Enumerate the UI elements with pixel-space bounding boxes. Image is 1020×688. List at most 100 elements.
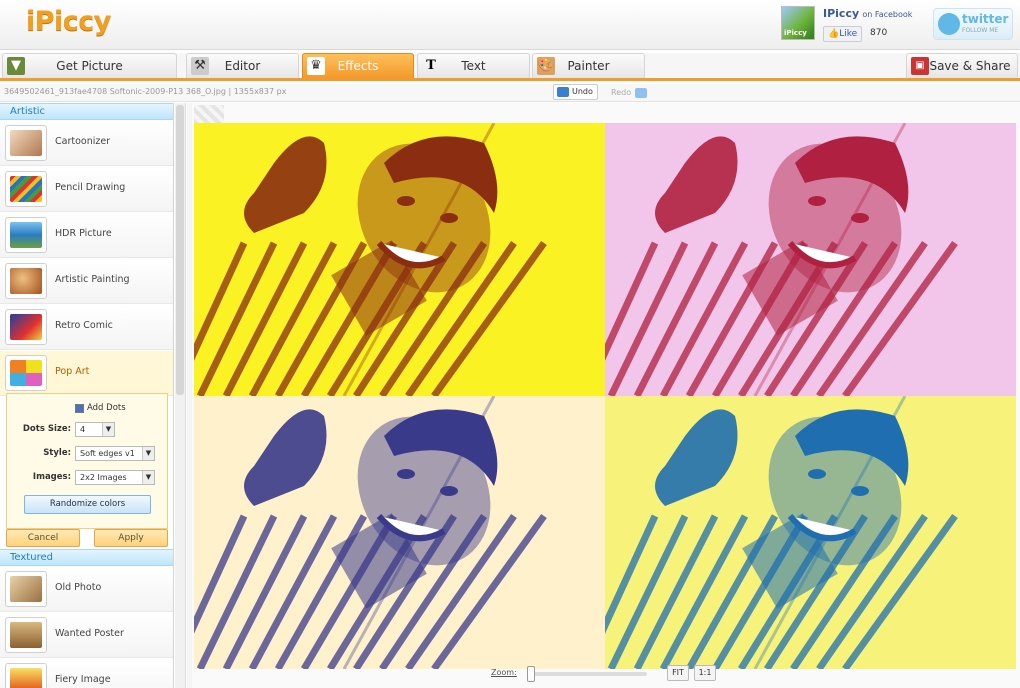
chevron-down-icon: ▼ <box>142 471 154 484</box>
app-window: iPiccy iPiccy IPiccy on Facebook 👍Like 8… <box>0 0 1020 688</box>
effect-label: Fiery Image <box>55 674 111 685</box>
effect-wanted-poster[interactable]: Wanted Poster <box>0 613 173 658</box>
tab-label: Effects <box>337 59 379 73</box>
image-canvas[interactable] <box>192 103 1020 688</box>
effect-retro-comic[interactable]: Retro Comic <box>0 305 173 350</box>
facebook-title: IPiccy on Facebook <box>823 7 912 20</box>
tab-get-picture[interactable]: ▼ Get Picture <box>2 53 177 78</box>
facebook-page-thumbnail[interactable]: iPiccy <box>781 6 815 40</box>
facebook-widget: iPiccy IPiccy on Facebook 👍Like 870 <box>781 4 912 44</box>
effect-label: HDR Picture <box>55 228 112 239</box>
pop-art-options: Add Dots Dots Size: 4 ▼ Style: Soft edge… <box>6 393 168 529</box>
figure-left-eye <box>397 196 415 206</box>
effect-artistic-painting[interactable]: Artistic Painting <box>0 259 173 304</box>
effect-label: Cartoonizer <box>55 136 111 147</box>
pop-art-figure-2 <box>605 123 958 396</box>
tab-editor[interactable]: ⚒ Editor <box>186 53 299 78</box>
twitter-bird-icon <box>938 13 960 35</box>
panel-scrollbar[interactable] <box>175 103 186 688</box>
images-label: Images: <box>32 472 71 482</box>
facebook-like-button[interactable]: 👍Like <box>823 26 863 42</box>
tab-text[interactable]: T Text <box>417 53 530 78</box>
zoom-fit-button[interactable]: FIT <box>667 665 689 681</box>
twitter-title: twitter <box>962 12 1009 26</box>
add-dots-checkbox[interactable] <box>75 404 84 413</box>
wanted-poster-thumbnail <box>5 617 47 653</box>
figure-right-eye <box>440 213 458 223</box>
dots-size-label: Dots Size: <box>22 424 71 434</box>
chevron-down-icon: ▼ <box>142 447 154 460</box>
pop-art-quadrant-4 <box>605 396 1016 669</box>
artistic-painting-thumbnail <box>5 263 47 299</box>
zoom-label: Zoom: <box>491 668 517 677</box>
zoom-slider-handle[interactable] <box>527 666 535 682</box>
pop-art-quadrant-3 <box>194 396 605 669</box>
ipiccy-logo[interactable]: iPiccy <box>26 6 111 37</box>
undo-button[interactable]: Undo <box>553 84 598 100</box>
effect-label: Artistic Painting <box>55 274 130 285</box>
effect-cartoonizer[interactable]: Cartoonizer <box>0 121 173 166</box>
pop-art-quadrant-1 <box>194 123 605 396</box>
twitter-subtitle: FOLLOW ME <box>962 27 999 34</box>
tab-label: Text <box>461 59 486 73</box>
randomize-colors-button[interactable]: Randomize colors <box>24 495 151 514</box>
tab-label: Get Picture <box>56 59 123 73</box>
background-silhouette <box>244 136 327 233</box>
style-value: Soft edges v1 <box>80 449 135 458</box>
thumbs-up-icon: 👍 <box>828 29 840 39</box>
effect-label: Old Photo <box>55 582 102 593</box>
pop-art-figure-4 <box>605 396 958 669</box>
pop-art-figure-1 <box>194 123 547 396</box>
effect-label: Wanted Poster <box>55 628 124 639</box>
section-textured[interactable]: Textured <box>0 549 173 566</box>
undo-label: Undo <box>572 87 593 96</box>
save-share-label: Save & Share <box>929 59 1011 73</box>
effect-pop-art[interactable]: Pop Art <box>0 351 173 396</box>
background-silhouette <box>655 136 738 233</box>
apply-button[interactable]: Apply <box>94 529 168 547</box>
section-artistic[interactable]: Artistic <box>0 103 173 120</box>
cancel-button[interactable]: Cancel <box>6 529 80 547</box>
scrollbar-thumb[interactable] <box>176 105 184 395</box>
effect-hdr-picture[interactable]: HDR Picture <box>0 213 173 258</box>
add-dots-label: Add Dots <box>87 403 126 413</box>
redo-label: Redo <box>611 88 632 97</box>
tab-painter[interactable]: 🎨 Painter <box>532 53 645 78</box>
effects-panel: Artistic Cartoonizer Pencil Drawing HDR … <box>0 103 174 688</box>
zoom-one-to-one-button[interactable]: 1:1 <box>694 665 716 681</box>
redo-button[interactable]: Redo <box>611 86 649 100</box>
images-select[interactable]: 2x2 Images ▼ <box>75 470 155 485</box>
effect-label: Pop Art <box>55 366 90 377</box>
dots-size-select[interactable]: 4 ▼ <box>75 422 115 437</box>
effect-pencil-drawing[interactable]: Pencil Drawing <box>0 167 173 212</box>
dots-size-value: 4 <box>80 425 86 434</box>
style-select[interactable]: Soft edges v1 ▼ <box>75 446 155 461</box>
file-info: 3649502461_913fae4708 Softonic-2009-P13 … <box>4 87 287 96</box>
figure-left-eye <box>808 196 826 206</box>
cartoonizer-thumbnail <box>5 125 47 161</box>
tab-effects[interactable]: ♛ Effects <box>302 53 414 78</box>
effect-old-photo[interactable]: Old Photo <box>0 567 173 612</box>
main-tabs: ▼ Get Picture ⚒ Editor ♛ Effects T Text … <box>0 53 1020 81</box>
zoom-slider-track[interactable] <box>527 672 647 676</box>
tab-label: Editor <box>224 59 261 73</box>
fiery-image-thumbnail <box>5 663 47 688</box>
effect-fiery-image[interactable]: Fiery Image <box>0 659 173 688</box>
style-label: Style: <box>43 448 71 458</box>
facebook-like-label: Like <box>839 29 858 39</box>
twitter-follow-button[interactable]: twitter FOLLOW ME <box>933 8 1013 40</box>
retro-comic-thumbnail <box>5 309 47 345</box>
undo-icon <box>557 87 569 97</box>
hdr-picture-thumbnail <box>5 217 47 253</box>
background-silhouette <box>244 409 327 506</box>
chevron-down-icon: ▼ <box>102 423 114 436</box>
facebook-page-name[interactable]: IPiccy <box>823 7 859 20</box>
save-share-button[interactable]: ▣ Save & Share <box>906 53 1018 78</box>
effect-label: Pencil Drawing <box>55 182 126 193</box>
background-silhouette <box>655 409 738 506</box>
pop-art-quadrant-2 <box>605 123 1016 396</box>
facebook-suffix: on Facebook <box>862 10 913 19</box>
figure-right-eye <box>851 486 869 496</box>
figure-left-eye <box>808 469 826 479</box>
images-value: 2x2 Images <box>80 473 127 482</box>
